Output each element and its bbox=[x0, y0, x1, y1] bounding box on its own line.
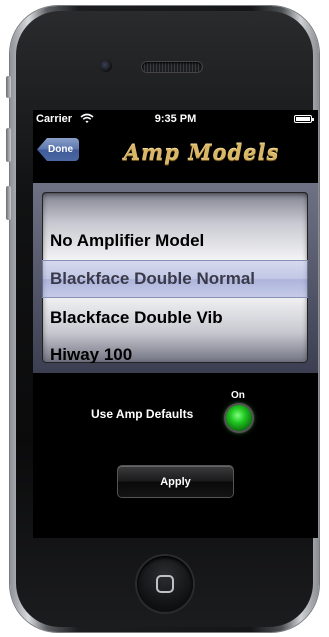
earpiece-speaker bbox=[142, 62, 202, 72]
amp-defaults-row: Use Amp Defaults On bbox=[33, 385, 318, 435]
status-bar: Carrier 9:35 PM bbox=[33, 110, 318, 128]
picker-row[interactable]: No Amplifier Model bbox=[42, 222, 308, 260]
done-button[interactable]: Done bbox=[37, 138, 79, 161]
apply-button[interactable]: Apply bbox=[118, 466, 233, 497]
volume-up-button bbox=[6, 128, 11, 162]
home-button[interactable] bbox=[137, 556, 193, 612]
picker-row[interactable]: Blackface Double Vib bbox=[42, 299, 308, 337]
status-time: 9:35 PM bbox=[154, 113, 197, 125]
picker-wheel[interactable]: No Amplifier Model Blackface Double Norm… bbox=[42, 192, 308, 363]
amp-defaults-label: Use Amp Defaults bbox=[91, 407, 194, 421]
picker-row[interactable]: Hiway 100 bbox=[42, 336, 308, 363]
toggle-state-label: On bbox=[231, 390, 245, 401]
home-square-icon bbox=[156, 575, 174, 593]
picker-row-selected[interactable]: Blackface Double Normal bbox=[42, 260, 308, 298]
amp-defaults-toggle[interactable] bbox=[226, 405, 252, 431]
app-screen: Carrier 9:35 PM Done Amp Models No Ampli… bbox=[33, 110, 318, 538]
battery-icon bbox=[294, 115, 314, 123]
front-camera-icon bbox=[100, 60, 112, 72]
mute-switch bbox=[6, 76, 11, 98]
volume-down-button bbox=[6, 186, 11, 220]
amp-model-picker: No Amplifier Model Blackface Double Norm… bbox=[33, 183, 318, 373]
page-title: Amp Models bbox=[123, 140, 280, 165]
navigation-bar: Done Amp Models bbox=[33, 128, 318, 183]
